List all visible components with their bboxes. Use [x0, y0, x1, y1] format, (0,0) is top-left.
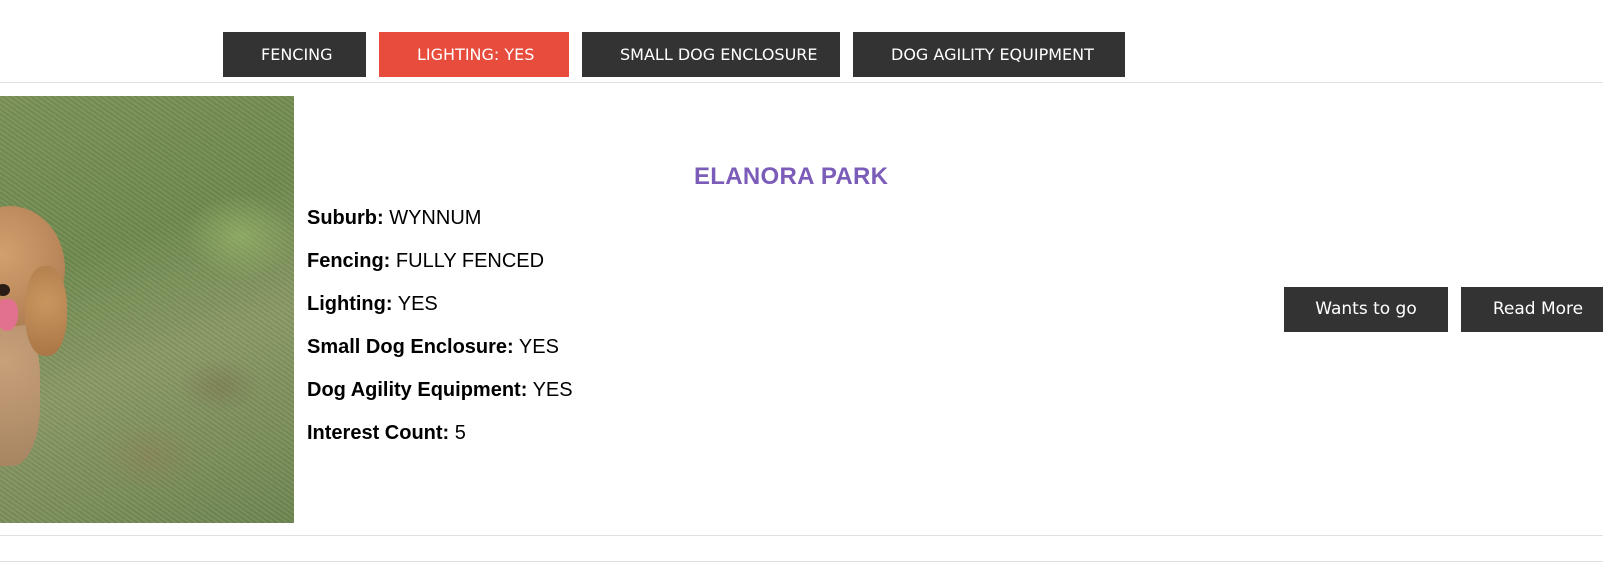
detail-dog-agility-equipment: Dog Agility Equipment: YES: [307, 378, 573, 402]
filter-dog-agility-equipment-button[interactable]: DOG AGILITY EQUIPMENT: [853, 32, 1125, 77]
detail-fencing: Fencing: FULLY FENCED: [307, 249, 573, 273]
detail-suburb: Suburb: WYNNUM: [307, 206, 573, 230]
park-details: Suburb: WYNNUM Fencing: FULLY FENCED Lig…: [307, 206, 573, 464]
detail-label: Lighting:: [307, 293, 393, 315]
filter-small-dog-enclosure-button[interactable]: SMALL DOG ENCLOSURE: [582, 32, 840, 77]
filter-bar: FENCING LIGHTING: YES SMALL DOG ENCLOSUR…: [223, 32, 1125, 77]
detail-label: Fencing:: [307, 250, 391, 272]
wants-to-go-button[interactable]: Wants to go: [1284, 287, 1448, 332]
divider: [0, 561, 1603, 562]
park-actions: Wants to go Read More: [1284, 287, 1603, 332]
detail-label: Small Dog Enclosure:: [307, 336, 514, 358]
detail-value: YES: [518, 336, 559, 358]
divider: [0, 82, 1603, 83]
detail-value: YES: [532, 379, 573, 401]
detail-label: Suburb:: [307, 207, 384, 229]
detail-label: Dog Agility Equipment:: [307, 379, 528, 401]
read-more-button[interactable]: Read More: [1461, 287, 1603, 332]
detail-small-dog-enclosure: Small Dog Enclosure: YES: [307, 335, 573, 359]
detail-value: 5: [454, 422, 466, 444]
detail-interest-count: Interest Count: 5: [307, 421, 573, 445]
detail-label: Interest Count:: [307, 422, 450, 444]
detail-lighting: Lighting: YES: [307, 292, 573, 316]
park-title[interactable]: ELANORA PARK: [694, 163, 888, 191]
detail-value: YES: [397, 293, 438, 315]
filter-lighting-button[interactable]: LIGHTING: YES: [379, 32, 569, 77]
park-photo: [0, 96, 294, 523]
park-card: ELANORA PARK Suburb: WYNNUM Fencing: FUL…: [0, 96, 1603, 523]
filter-fencing-button[interactable]: FENCING: [223, 32, 366, 77]
dog-image: [0, 196, 80, 466]
detail-value: WYNNUM: [389, 207, 482, 229]
divider: [0, 535, 1603, 536]
detail-value: FULLY FENCED: [395, 250, 545, 272]
